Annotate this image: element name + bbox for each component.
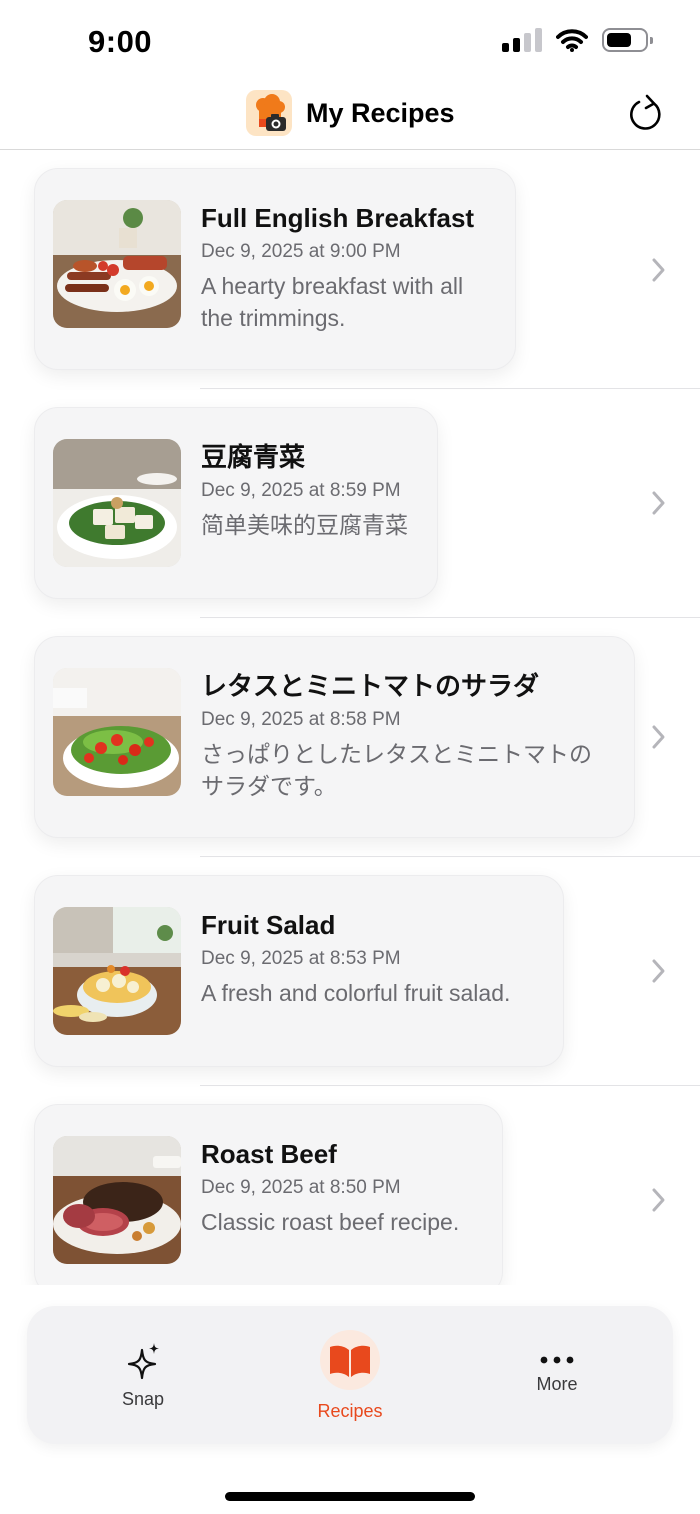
- recipe-description: さっぱりとしたレタスとミニトマトのサラダです。: [201, 741, 592, 799]
- battery-icon: [602, 28, 653, 52]
- recipe-description: 简单美味的豆腐青菜: [201, 512, 408, 538]
- tab-label: Snap: [121, 1389, 165, 1409]
- chevron-right-icon: [652, 258, 665, 282]
- chevron-right-icon: [652, 1188, 665, 1212]
- recipe-thumbnail: [53, 1136, 181, 1264]
- recipe-date: Dec 9, 2025 at 9:00 PM: [201, 241, 401, 262]
- recipe-thumbnail: [53, 907, 181, 1035]
- recipe-thumbnail: [53, 439, 181, 567]
- recipe-row[interactable]: Roast Beef Dec 9, 2025 at 8:50 PM Classi…: [0, 1086, 700, 1285]
- recipe-card[interactable]: レタスとミニトマトのサラダ Dec 9, 2025 at 8:58 PM さっぱ…: [34, 636, 635, 838]
- ellipsis-icon: [540, 1356, 574, 1364]
- recipe-card[interactable]: Roast Beef Dec 9, 2025 at 8:50 PM Classi…: [34, 1104, 503, 1285]
- status-icons: [502, 28, 653, 52]
- recipe-card[interactable]: Fruit Salad Dec 9, 2025 at 8:53 PM A fre…: [34, 875, 564, 1067]
- tab-bar: Snap Recipes More: [27, 1306, 673, 1444]
- sparkles-icon: [127, 1343, 159, 1380]
- tab-recipes[interactable]: Recipes: [270, 1306, 430, 1444]
- cellular-signal-icon: [502, 28, 542, 52]
- recipe-card[interactable]: 豆腐青菜 Dec 9, 2025 at 8:59 PM 简单美味的豆腐青菜: [34, 407, 438, 599]
- recipe-date: Dec 9, 2025 at 8:53 PM: [201, 948, 401, 969]
- recipe-description: A hearty breakfast with all the trimming…: [201, 273, 464, 331]
- recipe-thumbnail: [53, 200, 181, 328]
- recipe-row[interactable]: レタスとミニトマトのサラダ Dec 9, 2025 at 8:58 PM さっぱ…: [0, 618, 700, 857]
- open-book-icon: [330, 1345, 370, 1377]
- recipe-row[interactable]: 豆腐青菜 Dec 9, 2025 at 8:59 PM 简单美味的豆腐青菜: [0, 389, 700, 618]
- recipe-title: Full English Breakfast: [201, 203, 475, 233]
- recipe-title: Fruit Salad: [201, 910, 336, 940]
- recipe-title: Roast Beef: [201, 1139, 337, 1169]
- recipe-date: Dec 9, 2025 at 8:50 PM: [201, 1177, 401, 1198]
- refresh-icon: [630, 94, 661, 130]
- nav-bar: My Recipes: [0, 80, 700, 150]
- refresh-button[interactable]: [626, 92, 666, 136]
- status-bar: 9:00: [0, 0, 700, 80]
- recipe-description: Classic roast beef recipe.: [201, 1209, 460, 1235]
- recipe-title: 豆腐青菜: [201, 442, 306, 472]
- chevron-right-icon: [652, 725, 665, 749]
- recipe-card[interactable]: Full English Breakfast Dec 9, 2025 at 9:…: [34, 168, 516, 370]
- recipe-date: Dec 9, 2025 at 8:59 PM: [201, 480, 401, 501]
- tab-label: Recipes: [317, 1401, 383, 1421]
- wifi-icon: [556, 29, 588, 52]
- tab-more[interactable]: More: [477, 1306, 637, 1444]
- status-time: 9:00: [88, 24, 153, 59]
- page-title: My Recipes: [306, 97, 455, 128]
- chevron-right-icon: [652, 959, 665, 983]
- home-indicator[interactable]: [225, 1492, 475, 1501]
- recipe-row[interactable]: Full English Breakfast Dec 9, 2025 at 9:…: [0, 151, 700, 389]
- recipe-row[interactable]: Fruit Salad Dec 9, 2025 at 8:53 PM A fre…: [0, 857, 700, 1086]
- recipe-thumbnail: [53, 668, 181, 796]
- recipe-list: Full English Breakfast Dec 9, 2025 at 9:…: [0, 151, 700, 1285]
- recipe-description: A fresh and colorful fruit salad.: [201, 980, 511, 1006]
- chevron-right-icon: [652, 491, 665, 515]
- chef-hat-camera-icon: [246, 90, 292, 136]
- tab-snap[interactable]: Snap: [63, 1306, 223, 1444]
- nav-title-group: My Recipes: [246, 90, 455, 136]
- recipe-date: Dec 9, 2025 at 8:58 PM: [201, 709, 401, 730]
- tab-label: More: [536, 1374, 578, 1394]
- recipe-title: レタスとミニトマトのサラダ: [201, 671, 540, 701]
